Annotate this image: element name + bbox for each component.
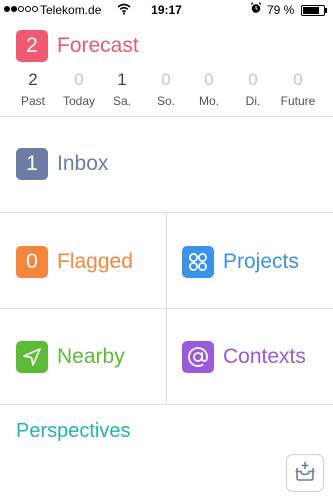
forecast-days: 2 Past 0 Today 1 Sa. 0 So. 0 Mo. 0 Di. 0… xyxy=(0,70,333,112)
forecast-label: Forecast xyxy=(57,34,139,57)
projects-icon xyxy=(182,246,214,278)
inbox-add-icon xyxy=(293,460,317,487)
inbox-badge: 1 xyxy=(16,148,48,180)
nearby-cell[interactable]: Nearby xyxy=(16,341,125,373)
location-arrow-icon xyxy=(16,341,48,373)
day-count: 0 xyxy=(293,70,303,89)
projects-label: Projects xyxy=(223,250,299,273)
status-bar: Telekom.de 19:17 79 % xyxy=(0,0,333,20)
inbox-label: Inbox xyxy=(57,152,109,175)
battery-nub xyxy=(325,8,327,13)
forecast-row[interactable]: 2 Forecast xyxy=(16,30,139,62)
divider xyxy=(0,116,333,117)
inbox-row[interactable]: 1 Inbox xyxy=(16,148,108,180)
contexts-label: Contexts xyxy=(223,345,306,368)
divider xyxy=(0,308,333,309)
forecast-badge: 2 xyxy=(16,30,48,62)
battery-level xyxy=(303,7,319,14)
battery-icon xyxy=(301,5,325,16)
at-sign-icon xyxy=(182,341,214,373)
contexts-cell[interactable]: Contexts xyxy=(182,341,306,373)
alarm-icon xyxy=(250,2,262,17)
flagged-cell[interactable]: 0 Flagged xyxy=(16,246,133,278)
forecast-day-future[interactable]: 0 Future xyxy=(268,70,328,108)
battery-percentage: 79 % xyxy=(267,3,295,17)
perspectives-label[interactable]: Perspectives xyxy=(16,420,131,443)
flagged-label: Flagged xyxy=(57,250,133,273)
quick-entry-button[interactable] xyxy=(286,454,324,492)
divider xyxy=(0,404,333,405)
projects-cell[interactable]: Projects xyxy=(182,246,299,278)
flagged-badge: 0 xyxy=(16,246,48,278)
day-name: Future xyxy=(280,94,316,108)
nearby-label: Nearby xyxy=(57,345,125,368)
